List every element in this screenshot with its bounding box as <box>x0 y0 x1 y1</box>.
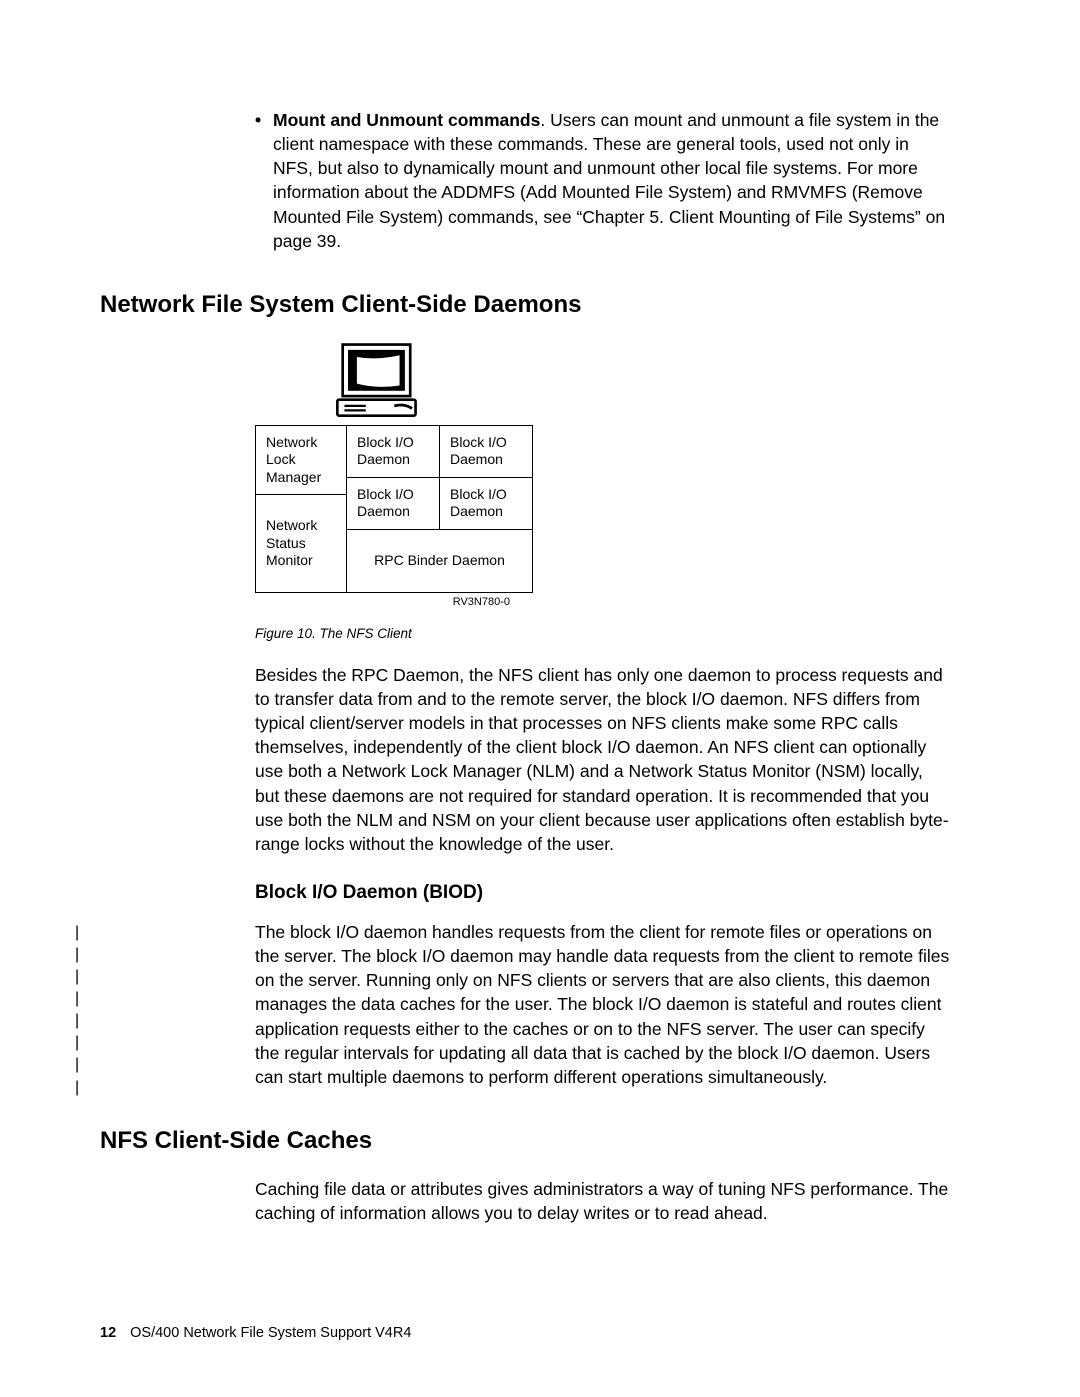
footer-title: OS/400 Network File System Support V4R4 <box>130 1325 411 1341</box>
cell-rpc: RPC Binder Daemon <box>347 529 533 592</box>
cell-biod: Block I/O Daemon <box>440 425 533 477</box>
bullet-title: Mount and Unmount commands <box>273 110 540 130</box>
bullet-item-mount: • Mount and Unmount commands. Users can … <box>255 108 950 253</box>
heading-client-caches: NFS Client-Side Caches <box>100 1127 950 1155</box>
page-number: 12 <box>100 1325 116 1341</box>
bullet-marker: • <box>255 108 273 253</box>
bullet-body: . Users can mount and unmount a file sys… <box>273 110 945 251</box>
heading-client-daemons: Network File System Client-Side Daemons <box>100 291 950 319</box>
figure-caption: Figure 10. The NFS Client <box>255 626 950 641</box>
paragraph-biod: The block I/O daemon handles requests fr… <box>255 920 950 1089</box>
table-row: Network Lock Manager Block I/O Daemon Bl… <box>256 425 533 477</box>
figure-nfs-client: Network Lock Manager Block I/O Daemon Bl… <box>255 341 950 1089</box>
cell-biod: Block I/O Daemon <box>440 477 533 529</box>
monitor-icon <box>335 341 425 421</box>
heading-biod: Block I/O Daemon (BIOD) <box>255 882 950 904</box>
cell-biod: Block I/O Daemon <box>347 477 440 529</box>
paragraph-caching: Caching file data or attributes gives ad… <box>255 1177 950 1225</box>
cell-biod: Block I/O Daemon <box>347 425 440 477</box>
paragraph-rpc-daemon: Besides the RPC Daemon, the NFS client h… <box>255 663 950 856</box>
page-footer: 12 OS/400 Network File System Support V4R… <box>100 1325 411 1341</box>
figure-reference-id: RV3N780-0 <box>255 596 510 608</box>
cell-nlm: Network Lock Manager <box>256 425 347 495</box>
daemon-table: Network Lock Manager Block I/O Daemon Bl… <box>255 425 533 593</box>
cell-nsm: Network Status Monitor <box>256 495 347 593</box>
bullet-text: Mount and Unmount commands. Users can mo… <box>273 108 950 253</box>
change-bar: |||||||| <box>75 922 77 1087</box>
